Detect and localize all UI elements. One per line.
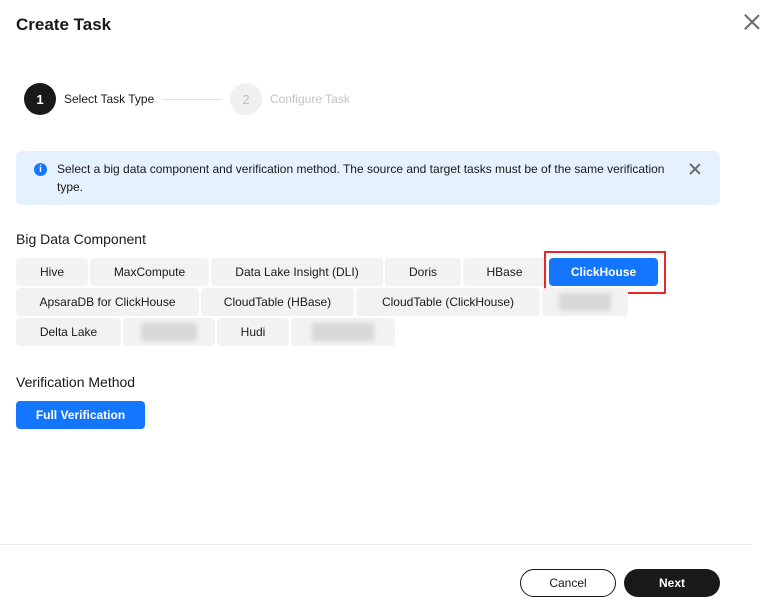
chip-delta-lake[interactable]: Delta Lake	[16, 318, 121, 346]
chip-cloudtable-hbase[interactable]: CloudTable (HBase)	[201, 288, 354, 316]
chip-redacted-1[interactable]	[542, 288, 628, 316]
chip-clickhouse[interactable]: ClickHouse	[549, 258, 658, 286]
step-2-label: Configure Task	[270, 92, 350, 106]
full-verification-button[interactable]: Full Verification	[16, 401, 145, 429]
dialog-title: Create Task	[16, 15, 112, 34]
redacted-label	[141, 323, 197, 341]
chip-cloudtable-clickhouse[interactable]: CloudTable (ClickHouse)	[356, 288, 540, 316]
step-1-circle: 1	[24, 83, 56, 115]
chip-hbase[interactable]: HBase	[463, 258, 546, 286]
cancel-button[interactable]: Cancel	[520, 569, 616, 597]
chip-apsaradb-clickhouse[interactable]: ApsaraDB for ClickHouse	[16, 288, 199, 316]
chip-hive[interactable]: Hive	[16, 258, 88, 286]
big-data-component-label: Big Data Component	[16, 231, 146, 247]
step-2-circle: 2	[230, 83, 262, 115]
redacted-label	[559, 293, 611, 311]
alert-message: Select a big data component and verifica…	[57, 162, 665, 194]
chip-maxcompute[interactable]: MaxCompute	[90, 258, 209, 286]
redacted-label	[311, 323, 375, 341]
footer-divider	[0, 544, 752, 545]
info-alert: i Select a big data component and verifi…	[16, 151, 720, 205]
step-connector	[162, 99, 222, 100]
step-1-label: Select Task Type	[64, 92, 155, 106]
verification-method-label: Verification Method	[16, 374, 136, 390]
chip-redacted-2[interactable]	[123, 318, 215, 346]
chip-redacted-3[interactable]	[291, 318, 395, 346]
chip-doris[interactable]: Doris	[385, 258, 461, 286]
chip-hudi[interactable]: Hudi	[217, 318, 289, 346]
info-icon: i	[34, 163, 47, 176]
close-icon[interactable]	[741, 11, 763, 33]
next-button[interactable]: Next	[624, 569, 720, 597]
alert-close-icon[interactable]	[688, 162, 702, 176]
chip-dli[interactable]: Data Lake Insight (DLI)	[211, 258, 383, 286]
